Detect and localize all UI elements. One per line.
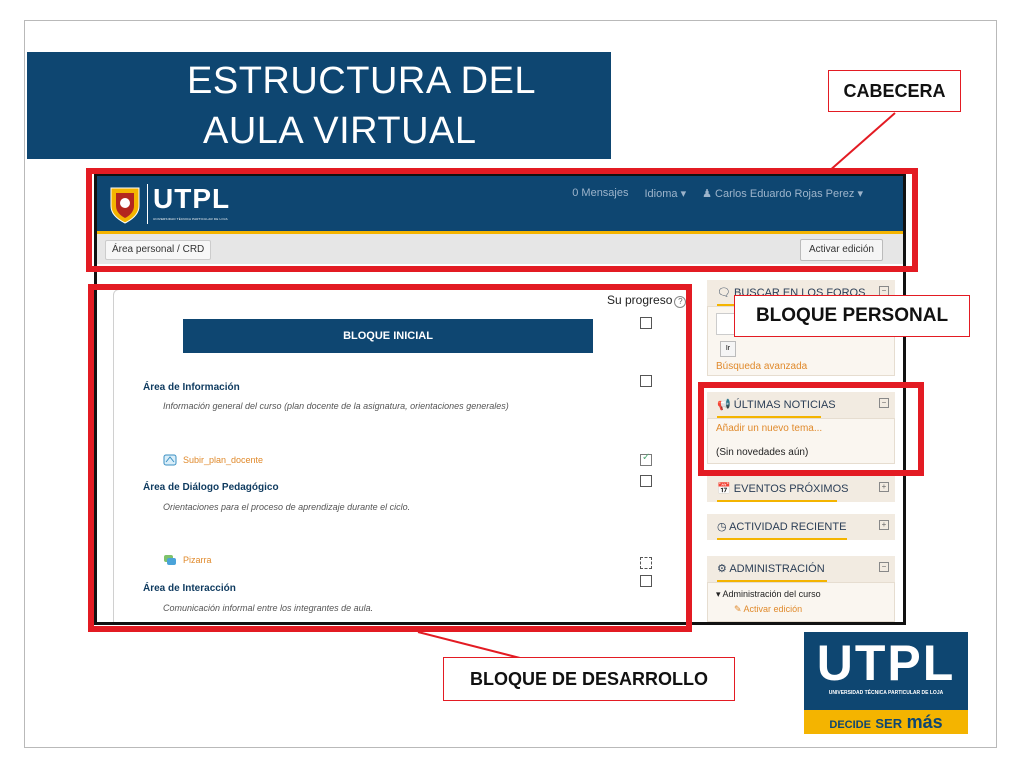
header-underline — [717, 538, 847, 540]
slogan-ser: SER — [875, 716, 903, 731]
admin-block-header[interactable]: ⚙ ADMINISTRACIÓN − — [707, 556, 895, 582]
events-block-header[interactable]: 📅 EVENTOS PRÓXIMOS + — [707, 476, 895, 502]
utpl-corner-logo: UTPL UNIVERSIDAD TÉCNICA PARTICULAR DE L… — [804, 632, 968, 734]
recent-activity-block-header[interactable]: ◷ ACTIVIDAD RECIENTE + — [707, 514, 895, 540]
admin-enable-edit-link[interactable]: ✎ Activar edición — [734, 604, 802, 615]
cabecera-connector — [827, 112, 896, 173]
expand-icon[interactable]: + — [879, 520, 889, 530]
cabecera-callout: CABECERA — [828, 70, 961, 112]
admin-block-body: ▾ Administración del curso ✎ Activar edi… — [707, 582, 895, 622]
search-go-button[interactable]: Ir — [720, 341, 736, 357]
admin-title: ⚙ ADMINISTRACIÓN — [717, 563, 825, 575]
bloque-desarrollo-callout: BLOQUE DE DESARROLLO — [443, 657, 735, 701]
expand-icon[interactable]: + — [879, 482, 889, 492]
slogan-mas: más — [906, 712, 943, 732]
events-title: 📅 EVENTOS PRÓXIMOS — [717, 483, 849, 495]
bloque-personal-callout: BLOQUE PERSONAL — [734, 295, 970, 337]
corner-logo-subtitle: UNIVERSIDAD TÉCNICA PARTICULAR DE LOJA — [828, 690, 944, 696]
header-underline — [717, 500, 837, 502]
desarrollo-highlight — [88, 284, 692, 632]
recent-activity-title: ◷ ACTIVIDAD RECIENTE — [717, 521, 847, 533]
personal-highlight — [698, 382, 924, 476]
slogan-decide: DECIDE — [829, 719, 871, 731]
corner-logo-text: UTPL — [816, 635, 956, 691]
collapse-icon[interactable]: − — [879, 562, 889, 572]
desarrollo-connector — [417, 631, 521, 659]
advanced-search-link[interactable]: Búsqueda avanzada — [716, 361, 807, 372]
corner-logo-slogan: DECIDE SER más — [804, 710, 968, 734]
course-admin-node[interactable]: ▾ Administración del curso — [716, 589, 821, 600]
cabecera-highlight — [86, 168, 918, 272]
